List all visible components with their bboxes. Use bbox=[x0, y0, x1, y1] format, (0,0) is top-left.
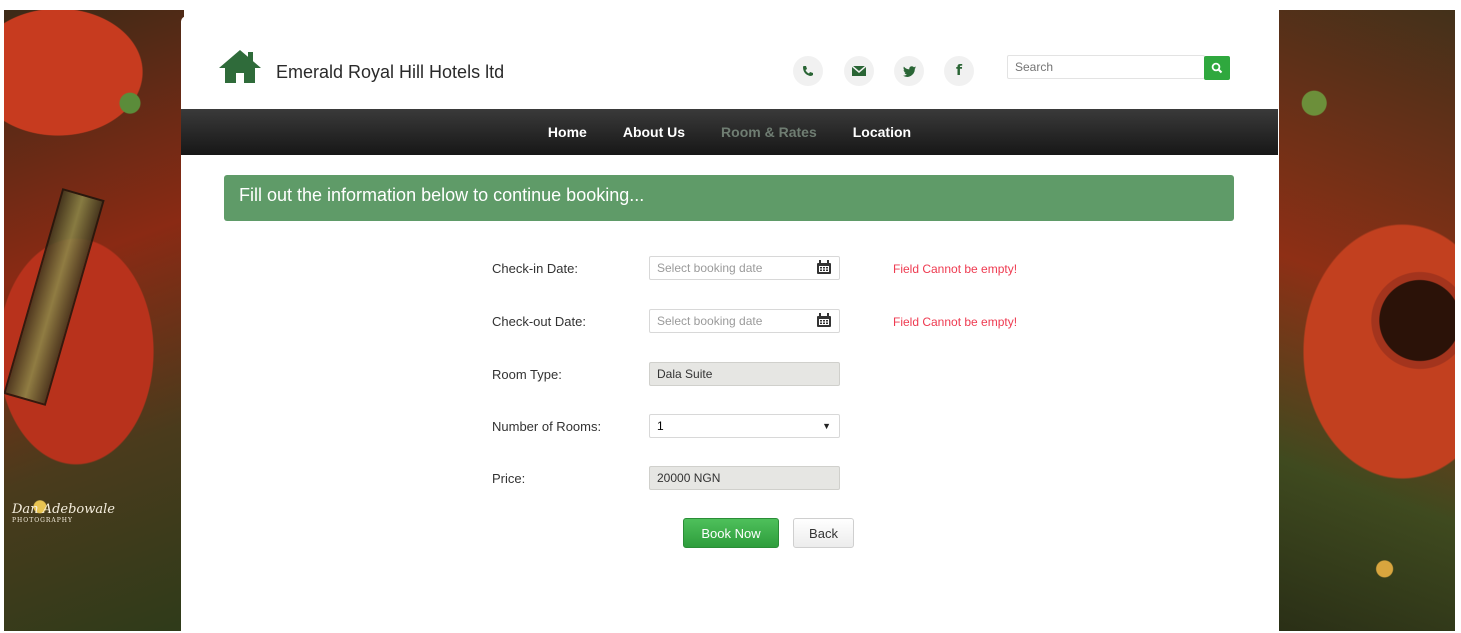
checkin-date-field[interactable]: Select booking date bbox=[649, 256, 840, 280]
twitter-icon[interactable] bbox=[894, 56, 924, 86]
nav-location[interactable]: Location bbox=[835, 124, 929, 140]
background-painting-right bbox=[1279, 10, 1455, 631]
nav-home[interactable]: Home bbox=[530, 124, 605, 140]
rooms-count-select[interactable]: 1 ▼ bbox=[649, 414, 840, 438]
nav-about-us[interactable]: About Us bbox=[605, 124, 703, 140]
main-navigation: Home About Us Room & Rates Location bbox=[181, 109, 1278, 155]
checkout-label: Check-out Date: bbox=[492, 314, 586, 329]
dropdown-caret-icon: ▼ bbox=[822, 421, 831, 431]
rooms-count-label: Number of Rooms: bbox=[492, 419, 602, 434]
facebook-icon[interactable]: f bbox=[944, 56, 974, 86]
rooms-count-value: 1 bbox=[657, 419, 664, 433]
checkin-label: Check-in Date: bbox=[492, 261, 578, 276]
book-now-button[interactable]: Book Now bbox=[683, 518, 779, 548]
checkin-placeholder: Select booking date bbox=[657, 261, 763, 275]
booking-info-banner: Fill out the information below to contin… bbox=[224, 175, 1234, 221]
checkout-date-field[interactable]: Select booking date bbox=[649, 309, 840, 333]
phone-icon[interactable] bbox=[793, 56, 823, 86]
calendar-icon[interactable] bbox=[816, 313, 832, 328]
room-type-field: Dala Suite bbox=[649, 362, 840, 386]
envelope-icon[interactable] bbox=[844, 56, 874, 86]
photographer-watermark: Dan Adebowale PHOTOGRAPHY bbox=[12, 502, 115, 524]
price-label: Price: bbox=[492, 471, 526, 486]
background-painting-left: Dan Adebowale PHOTOGRAPHY bbox=[4, 10, 184, 631]
checkout-error: Field Cannot be empty! bbox=[893, 315, 1018, 329]
nav-room-rates[interactable]: Room & Rates bbox=[703, 124, 835, 140]
checkin-error: Field Cannot be empty! bbox=[893, 262, 1018, 276]
site-header: Emerald Royal Hill Hotels ltd f bbox=[181, 16, 1278, 110]
search-icon bbox=[1211, 62, 1223, 74]
checkout-placeholder: Select booking date bbox=[657, 314, 763, 328]
main-panel: Emerald Royal Hill Hotels ltd f Home Abo… bbox=[181, 16, 1278, 633]
calendar-icon[interactable] bbox=[816, 260, 832, 275]
guitar-neck-decoration bbox=[4, 188, 105, 406]
search-input[interactable] bbox=[1007, 55, 1205, 79]
site-brand-name[interactable]: Emerald Royal Hill Hotels ltd bbox=[276, 62, 504, 83]
price-field: 20000 NGN bbox=[649, 466, 840, 490]
home-icon[interactable] bbox=[217, 48, 263, 84]
search-button[interactable] bbox=[1204, 56, 1230, 80]
watermark-signature: Dan Adebowale bbox=[12, 502, 115, 517]
back-button[interactable]: Back bbox=[793, 518, 854, 548]
watermark-label: PHOTOGRAPHY bbox=[12, 517, 73, 524]
room-type-label: Room Type: bbox=[492, 367, 562, 382]
